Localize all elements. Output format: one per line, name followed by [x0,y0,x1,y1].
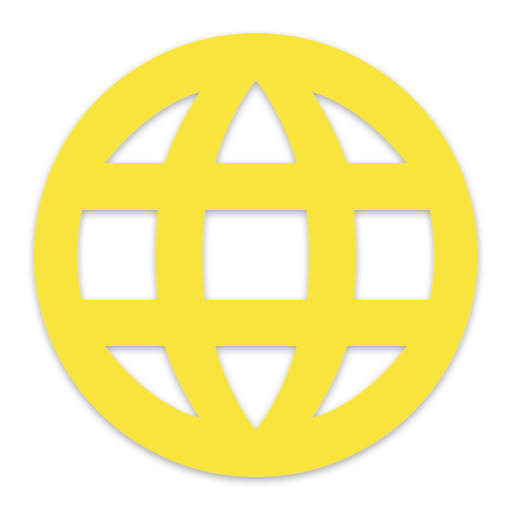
globe-body [0,0,512,512]
globe-icon [0,0,512,512]
